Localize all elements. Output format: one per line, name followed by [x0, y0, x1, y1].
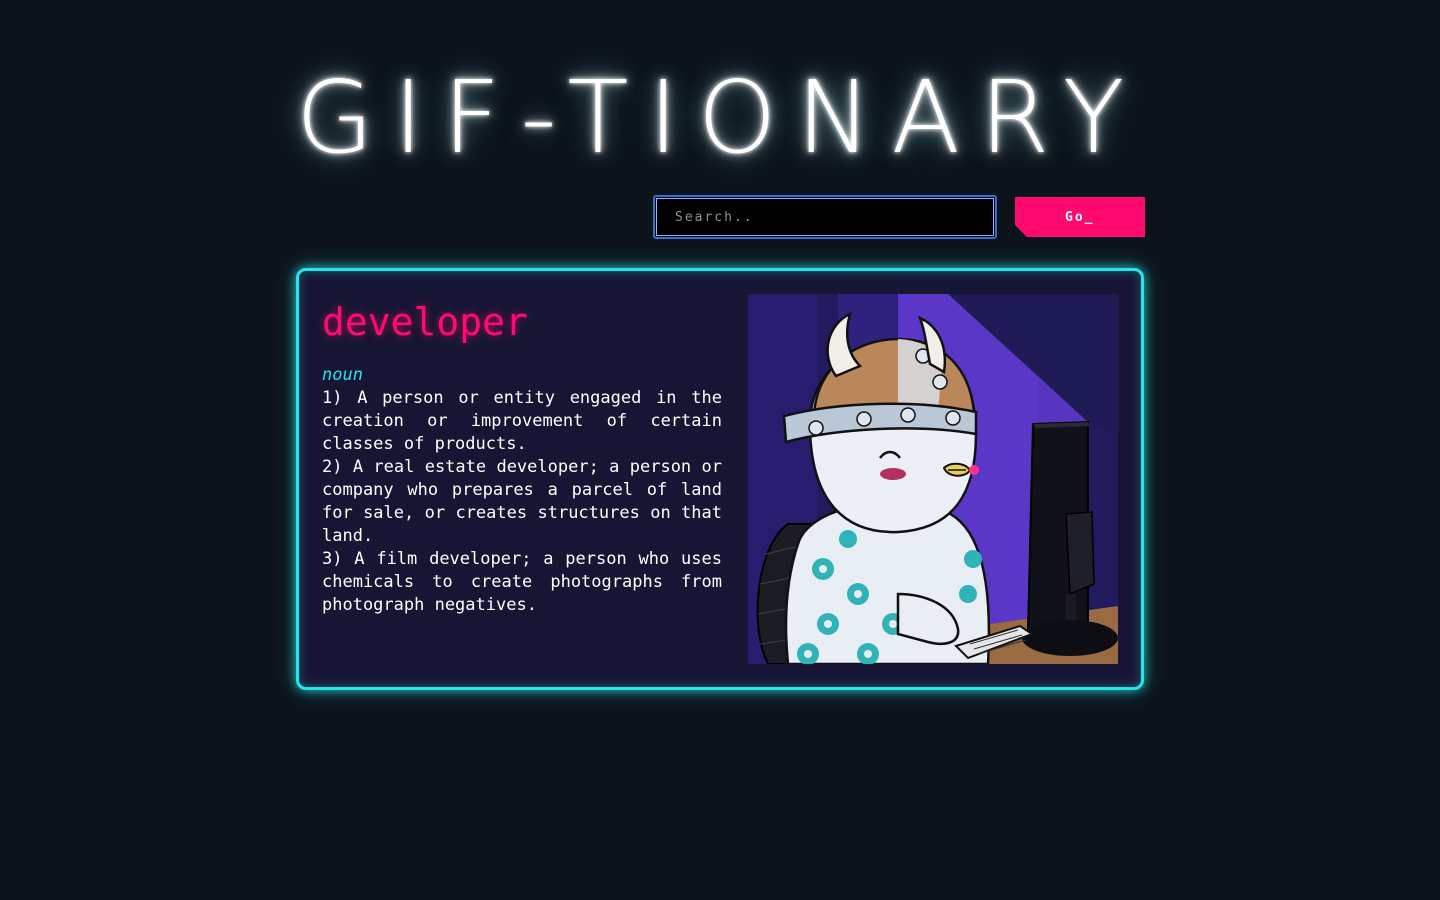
definition-item: 1) A person or entity engaged in the cre…	[322, 388, 722, 454]
search-input[interactable]	[653, 195, 997, 239]
definition-gif	[748, 294, 1118, 664]
definition-item: 2) A real estate developer; a person or …	[322, 457, 722, 546]
definition-item: 3) A film developer; a person who uses c…	[322, 549, 722, 615]
definition-card: developer noun 1) A person or entity eng…	[296, 268, 1144, 690]
go-button[interactable]: Go_	[1015, 197, 1145, 237]
part-of-speech: noun	[322, 365, 363, 385]
site-title: GIF-TIONARY	[295, 59, 1145, 176]
word-heading: developer	[322, 300, 528, 344]
definition-list: 1) A person or entity engaged in the cre…	[322, 387, 722, 617]
